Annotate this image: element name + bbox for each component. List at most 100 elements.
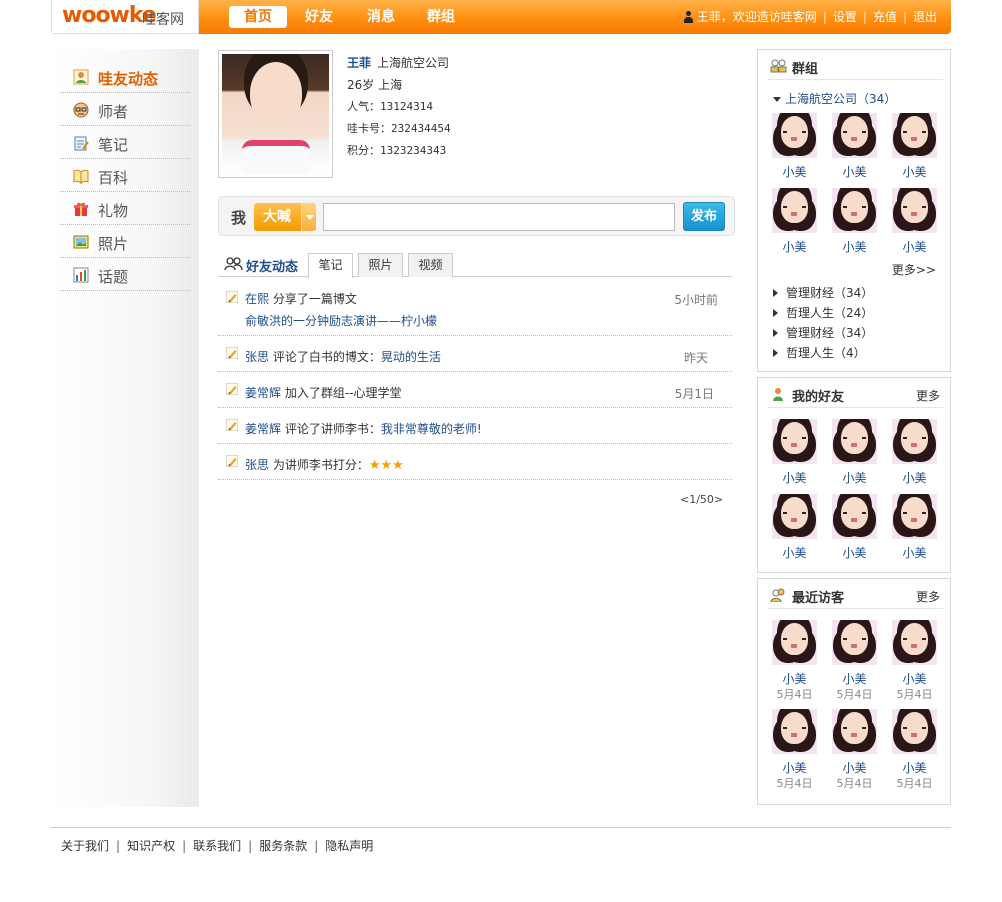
publish-button[interactable]: 发布: [683, 202, 725, 231]
footer-link-privacy[interactable]: 隐私声明: [325, 839, 373, 853]
settings-link[interactable]: 设置: [833, 10, 857, 24]
sidebar-item-encyclopedia[interactable]: 百科: [60, 159, 190, 192]
footer-link-terms[interactable]: 服务条款: [259, 839, 307, 853]
sidebar-item-notes[interactable]: 笔记: [60, 126, 190, 159]
feed-user[interactable]: 姜常辉: [245, 422, 281, 436]
visitors-more-link[interactable]: 更多: [916, 588, 940, 605]
feed-link[interactable]: 晃动的生活: [381, 350, 441, 364]
group-list-item[interactable]: 哲理人生（4）: [773, 343, 873, 363]
greeting[interactable]: 王菲，欢迎造访哇客网: [697, 10, 817, 24]
friend-name[interactable]: 小美: [772, 544, 817, 561]
visitor-name[interactable]: 小美: [832, 670, 877, 687]
nav-groups[interactable]: 群组: [421, 6, 461, 28]
pencil-icon: [226, 347, 238, 359]
profile-company: 上海航空公司: [377, 56, 450, 70]
friend-icon: [773, 388, 783, 401]
visitor-photo[interactable]: [832, 620, 877, 665]
pagination[interactable]: <1/50>: [680, 493, 723, 506]
group-list-label: 哲理人生（24）: [786, 306, 874, 320]
member-photo[interactable]: [772, 188, 817, 233]
footer-link-about[interactable]: 关于我们: [61, 839, 109, 853]
nav-home[interactable]: 首页: [229, 6, 287, 28]
friend-name[interactable]: 小美: [892, 469, 937, 486]
feed-link[interactable]: 我非常尊敬的老师!: [381, 422, 482, 436]
feed-action: 加入了群组--心理学堂: [284, 386, 402, 400]
visit-date: 5月4日: [896, 688, 933, 701]
pencil-icon: [226, 383, 238, 395]
sidebar-item-friends-activity[interactable]: 哇友动态: [60, 60, 190, 93]
current-group[interactable]: 上海航空公司（34）: [773, 90, 896, 107]
friend-photo[interactable]: [892, 419, 937, 464]
friend-photo[interactable]: [832, 494, 877, 539]
caret-right-icon: [773, 349, 782, 357]
sidebar-item-photo[interactable]: 照片: [60, 225, 190, 258]
site-logo[interactable]: woowke 哇客网: [51, 0, 199, 34]
nav-friends[interactable]: 好友: [299, 6, 339, 28]
feed-detail-link[interactable]: 俞敏洪的一分钟励志演讲——柠小檬: [245, 312, 437, 329]
friend-photo[interactable]: [832, 419, 877, 464]
sidebar-item-teacher[interactable]: 师者: [60, 93, 190, 126]
friend-name[interactable]: 小美: [772, 469, 817, 486]
feed-time: 5小时前: [674, 293, 718, 307]
visitor-name[interactable]: 小美: [772, 759, 817, 776]
member-name[interactable]: 小美: [892, 238, 937, 255]
profile-name[interactable]: 王菲: [347, 56, 371, 70]
feed-user[interactable]: 姜常辉: [245, 386, 281, 400]
sidebar-item-topic[interactable]: 话题: [60, 258, 190, 291]
post-box: 我 大喊 发布: [218, 196, 735, 236]
group-list-item[interactable]: 管理财经（34）: [773, 283, 873, 303]
visitor-name[interactable]: 小美: [772, 670, 817, 687]
friend-name[interactable]: 小美: [892, 544, 937, 561]
profile-age-city: 26岁 上海: [347, 78, 403, 92]
group-list-item[interactable]: 哲理人生（24）: [773, 303, 873, 323]
visitor-photo[interactable]: [772, 709, 817, 754]
visitor-name[interactable]: 小美: [892, 759, 937, 776]
member-photo[interactable]: [892, 113, 937, 158]
tab-photos[interactable]: 照片: [358, 253, 403, 277]
friend-photo[interactable]: [772, 494, 817, 539]
footer-link-contact[interactable]: 联系我们: [193, 839, 241, 853]
recharge-link[interactable]: 充值: [873, 10, 897, 24]
member-photo[interactable]: [772, 113, 817, 158]
visitor-name[interactable]: 小美: [832, 759, 877, 776]
member-name[interactable]: 小美: [892, 163, 937, 180]
visitor-photo[interactable]: [832, 709, 877, 754]
footer-link-ip[interactable]: 知识产权: [127, 839, 175, 853]
feed-time: 昨天: [683, 351, 708, 365]
tab-friends-activity[interactable]: 好友动态: [224, 256, 298, 275]
visitor-photo[interactable]: [892, 620, 937, 665]
logout-link[interactable]: 退出: [913, 10, 937, 24]
nav-messages[interactable]: 消息: [361, 6, 401, 28]
tab-notes[interactable]: 笔记: [308, 253, 353, 278]
visit-date: 5月4日: [836, 777, 873, 790]
shout-dropdown[interactable]: 大喊: [254, 203, 316, 231]
member-name[interactable]: 小美: [832, 238, 877, 255]
site-name: 哇客网: [142, 12, 184, 28]
feed-user[interactable]: 张思: [245, 458, 269, 472]
member-photo[interactable]: [892, 188, 937, 233]
profile-avatar[interactable]: [218, 50, 333, 178]
member-name[interactable]: 小美: [772, 163, 817, 180]
visitor-photo[interactable]: [772, 620, 817, 665]
chevron-down-icon[interactable]: [301, 203, 316, 231]
sidebar-item-gift[interactable]: 礼物: [60, 192, 190, 225]
groups-more-link[interactable]: 更多>>: [892, 261, 936, 278]
feed-user[interactable]: 张思: [245, 350, 269, 364]
visitor-photo[interactable]: [892, 709, 937, 754]
member-photo[interactable]: [832, 188, 877, 233]
visitor-name[interactable]: 小美: [892, 670, 937, 687]
tab-videos[interactable]: 视频: [408, 253, 453, 277]
friend-photo[interactable]: [772, 419, 817, 464]
sidebar-item-label: 笔记: [98, 136, 129, 154]
friends-more-link[interactable]: 更多: [916, 387, 940, 404]
member-name[interactable]: 小美: [832, 163, 877, 180]
group-list-item[interactable]: 管理财经（34）: [773, 323, 873, 343]
member-name[interactable]: 小美: [772, 238, 817, 255]
feed-user[interactable]: 在熙: [245, 292, 269, 306]
feed-action: 分享了一篇博文: [272, 292, 357, 306]
member-photo[interactable]: [832, 113, 877, 158]
friend-photo[interactable]: [892, 494, 937, 539]
post-input[interactable]: [323, 203, 675, 231]
friend-name[interactable]: 小美: [832, 469, 877, 486]
friend-name[interactable]: 小美: [832, 544, 877, 561]
